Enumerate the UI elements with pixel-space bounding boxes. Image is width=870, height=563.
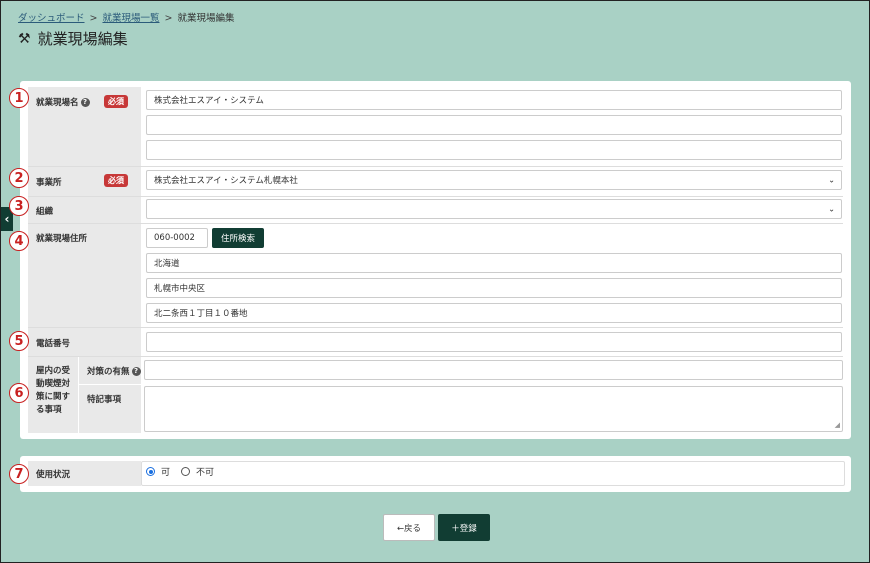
annotation-marker: 2 — [9, 168, 29, 188]
measures-label: 対策の有無? — [87, 365, 141, 377]
breadcrumb-separator: > — [89, 13, 98, 24]
chevron-down-icon: ⌄ — [828, 175, 835, 185]
phone-label: 電話番号 — [36, 339, 71, 349]
status-card: 使用状況 可 不可 — [20, 456, 851, 492]
status-option-unavailable[interactable]: 不可 — [181, 465, 214, 478]
divider — [28, 327, 843, 328]
breadcrumb: ダッシュボード > 就業現場一覧 > 就業現場編集 — [18, 10, 234, 24]
annotation-marker: 4 — [9, 231, 29, 251]
office-label: 事業所 — [36, 178, 62, 188]
page-title-text: 就業現場編集 — [37, 30, 128, 48]
divider — [28, 356, 843, 357]
smoking-label: 屋内の受 動喫煙対 策に関す る事項 — [36, 365, 70, 417]
breadcrumb-site-list-link[interactable]: 就業現場一覧 — [102, 13, 159, 24]
radio-selected-icon[interactable] — [146, 467, 155, 476]
smoking-label-cell: 屋内の受 動喫煙対 策に関す る事項 — [28, 357, 78, 433]
required-badge: 必須 — [104, 174, 128, 187]
status-label: 使用状況 — [36, 470, 71, 480]
smoking-label-line: 動喫煙対 — [36, 379, 71, 389]
tools-icon: ⚒ — [18, 30, 31, 47]
annotation-marker: 6 — [9, 383, 29, 403]
site-name-label: 就業現場名? — [36, 96, 90, 108]
office-select-value: 株式会社エスアイ・システム札幌本社 — [154, 176, 298, 186]
divider — [28, 166, 843, 167]
status-option-label: 可 — [161, 468, 171, 478]
divider — [28, 223, 843, 224]
help-icon[interactable]: ? — [80, 98, 90, 107]
annotation-marker: 7 — [9, 464, 29, 484]
measures-label-text: 対策の有無 — [87, 367, 130, 377]
site-name-label-cell: 就業現場名? 必須 — [28, 87, 141, 166]
notes-textarea[interactable]: ◢ — [144, 386, 843, 432]
required-badge: 必須 — [104, 95, 128, 108]
back-button[interactable]: ←戻る — [383, 514, 435, 541]
chevron-down-icon: ⌄ — [828, 204, 835, 214]
status-option-label: 不可 — [196, 468, 215, 478]
annotation-marker: 5 — [9, 331, 29, 351]
phone-label-cell: 電話番号 — [28, 328, 141, 356]
prefecture-input[interactable]: 北海道 — [146, 253, 842, 273]
organization-select[interactable]: ⌄ — [146, 199, 842, 219]
city-input[interactable]: 札幌市中央区 — [146, 278, 842, 298]
breadcrumb-separator: > — [164, 13, 173, 24]
status-label-cell: 使用状況 — [28, 461, 141, 486]
address-search-button[interactable]: 住所検索 — [212, 228, 264, 248]
organization-label-cell: 組織 — [28, 197, 141, 223]
annotation-marker: 1 — [9, 88, 29, 108]
address-label: 就業現場住所 — [36, 234, 88, 244]
site-form-card: 就業現場名? 必須 株式会社エスアイ・システム 事業所 必須 株式会社エスアイ・… — [20, 81, 851, 439]
site-name-input-2[interactable] — [146, 115, 842, 135]
register-button[interactable]: ＋登録 — [438, 514, 490, 541]
breadcrumb-dashboard-link[interactable]: ダッシュボード — [18, 13, 85, 24]
smoking-label-line: 策に関す — [36, 392, 71, 402]
smoking-label-line: 屋内の受 — [36, 366, 71, 376]
address-label-cell: 就業現場住所 — [28, 224, 141, 327]
notes-label: 特記事項 — [87, 395, 122, 405]
measures-label-cell: 対策の有無? — [79, 357, 141, 384]
chevron-left-icon: ‹ — [4, 212, 10, 226]
smoking-label-line: る事項 — [36, 405, 62, 415]
help-icon[interactable]: ? — [131, 367, 141, 376]
site-name-label-text: 就業現場名 — [36, 98, 79, 108]
site-name-input-3[interactable] — [146, 140, 842, 160]
status-options — [141, 461, 845, 486]
measures-input[interactable] — [144, 360, 843, 380]
page-title: ⚒ 就業現場編集 — [18, 28, 128, 49]
resize-grip-icon[interactable]: ◢ — [835, 421, 840, 429]
street-input[interactable]: 北二条西１丁目１０番地 — [146, 303, 842, 323]
divider — [28, 196, 843, 197]
zip-input[interactable]: 060-0002 — [146, 228, 208, 248]
office-label-cell: 事業所 必須 — [28, 167, 141, 196]
radio-unselected-icon[interactable] — [181, 467, 190, 476]
organization-label: 組織 — [36, 207, 54, 217]
annotation-marker: 3 — [9, 196, 29, 216]
office-select[interactable]: 株式会社エスアイ・システム札幌本社 ⌄ — [146, 170, 842, 190]
notes-label-cell: 特記事項 — [79, 385, 141, 433]
breadcrumb-current: 就業現場編集 — [177, 13, 235, 24]
site-name-input-1[interactable]: 株式会社エスアイ・システム — [146, 90, 842, 110]
phone-input[interactable] — [146, 332, 842, 352]
status-option-available[interactable]: 可 — [146, 465, 170, 478]
